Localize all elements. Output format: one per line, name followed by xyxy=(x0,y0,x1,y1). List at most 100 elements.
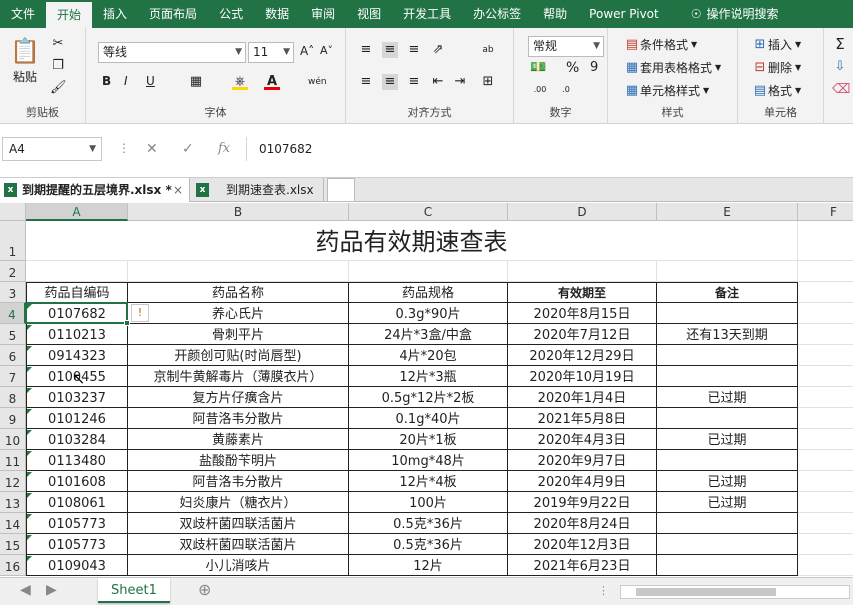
grid-cell[interactable] xyxy=(798,345,853,366)
table-cell[interactable]: 0.5克*36片 xyxy=(349,534,508,555)
table-cell[interactable]: 0.5g*12片*2板 xyxy=(349,387,508,408)
ribbon-tab[interactable]: 开始 xyxy=(46,0,93,28)
clear-icon[interactable]: ⌫ xyxy=(832,82,850,98)
align-top-icon[interactable]: ≡ xyxy=(358,42,374,58)
grid-cell[interactable] xyxy=(128,261,349,282)
ribbon-tab[interactable]: 公式 xyxy=(208,0,254,28)
table-cell[interactable] xyxy=(657,345,798,366)
table-cell[interactable] xyxy=(657,534,798,555)
table-cell[interactable]: 养心氏片 xyxy=(128,303,349,324)
font-name-select[interactable]: 等线 ▼ xyxy=(98,42,246,63)
name-box[interactable]: A4 ▼ xyxy=(2,137,102,161)
underline-button[interactable]: U xyxy=(146,74,155,88)
row-header[interactable]: 8 xyxy=(0,387,26,408)
add-sheet-icon[interactable]: ⊕ xyxy=(198,580,211,599)
merge-center-icon[interactable]: ⊞ xyxy=(480,74,496,90)
grid-cell[interactable] xyxy=(798,408,853,429)
row-header[interactable]: 14 xyxy=(0,513,26,534)
conditional-format-button[interactable]: ▤ 条件格式 ▼ xyxy=(624,36,697,53)
table-cell[interactable]: 京制牛黄解毒片（薄膜衣片） xyxy=(128,366,349,387)
grid-cell[interactable] xyxy=(657,261,798,282)
row-header[interactable]: 5 xyxy=(0,324,26,345)
row-header[interactable]: 1 xyxy=(0,221,26,261)
table-cell[interactable]: 双歧杆菌四联活菌片 xyxy=(128,534,349,555)
paste-button[interactable]: 📋 粘贴 xyxy=(10,36,40,85)
file-tab[interactable]: x 到期速查表.xlsx xyxy=(192,178,324,202)
ribbon-tab[interactable]: 开发工具 xyxy=(392,0,462,28)
table-cell[interactable] xyxy=(657,513,798,534)
table-cell[interactable]: 盐酸酚苄明片 xyxy=(128,450,349,471)
orientation-icon[interactable]: ⇗ xyxy=(430,42,446,58)
ribbon-tab[interactable]: ☉ 操作说明搜索 xyxy=(680,0,790,28)
row-header[interactable]: 13 xyxy=(0,492,26,513)
table-cell[interactable]: 已过期 xyxy=(657,387,798,408)
borders-icon[interactable]: ▦ xyxy=(188,74,204,90)
ribbon-tab[interactable]: 审阅 xyxy=(300,0,346,28)
table-cell[interactable]: 0108061 xyxy=(26,492,128,513)
select-all-corner[interactable] xyxy=(0,203,26,221)
row-header[interactable]: 9 xyxy=(0,408,26,429)
insert-cells-button[interactable]: ⊞ 插入 ▼ xyxy=(752,36,802,53)
decrease-indent-icon[interactable]: ⇤ xyxy=(430,74,446,90)
table-cell[interactable]: 24片*3盒/中盒 xyxy=(349,324,508,345)
formula-input[interactable]: 0107682 xyxy=(246,137,853,161)
row-header[interactable]: 16 xyxy=(0,555,26,576)
table-cell[interactable]: 还有13天到期 xyxy=(657,324,798,345)
row-header[interactable]: 2 xyxy=(0,261,26,282)
table-cell[interactable]: 2020年8月15日 xyxy=(508,303,657,324)
grid-cell[interactable] xyxy=(798,513,853,534)
scroll-right-icon[interactable]: ▶ xyxy=(46,582,57,598)
table-cell[interactable]: 0105773 xyxy=(26,534,128,555)
table-cell[interactable]: 2020年7月12日 xyxy=(508,324,657,345)
table-cell[interactable]: 0.3g*90片 xyxy=(349,303,508,324)
row-header[interactable]: 11 xyxy=(0,450,26,471)
grid-cell[interactable] xyxy=(798,429,853,450)
grid-cell[interactable] xyxy=(798,471,853,492)
table-cell[interactable]: 100片 xyxy=(349,492,508,513)
grid-cell[interactable] xyxy=(798,324,853,345)
enter-icon[interactable]: ✓ xyxy=(182,141,194,157)
table-cell[interactable]: 2020年1月4日 xyxy=(508,387,657,408)
sheet-title[interactable]: 药品有效期速查表 xyxy=(26,221,798,261)
ribbon-tab[interactable]: 帮助 xyxy=(532,0,578,28)
autosum-icon[interactable]: Σ xyxy=(832,36,848,52)
table-cell[interactable]: 0103237 xyxy=(26,387,128,408)
copy-icon[interactable]: ❐ xyxy=(50,58,66,74)
format-cells-button[interactable]: ▤ 格式 ▼ xyxy=(752,82,801,99)
grid-cell[interactable] xyxy=(798,366,853,387)
column-header[interactable]: E xyxy=(657,203,798,221)
table-cell[interactable]: 12片*4板 xyxy=(349,471,508,492)
fill-down-icon[interactable]: ⇩ xyxy=(832,59,848,75)
table-cell[interactable]: 2020年10月19日 xyxy=(508,366,657,387)
format-painter-icon[interactable]: 🖌 xyxy=(50,80,67,96)
table-cell[interactable]: 2019年9月22日 xyxy=(508,492,657,513)
table-header-cell[interactable]: 药品名称 xyxy=(128,282,349,303)
ribbon-tab[interactable]: 数据 xyxy=(254,0,300,28)
grid-cell[interactable] xyxy=(798,534,853,555)
insert-function-icon[interactable]: fx xyxy=(218,141,230,156)
file-tab-active[interactable]: x 到期提醒的五层境界.xlsx * × xyxy=(0,178,190,202)
grid-cell[interactable] xyxy=(798,450,853,471)
table-cell[interactable] xyxy=(657,555,798,576)
percent-button[interactable]: % xyxy=(566,60,579,76)
ribbon-tab[interactable]: 文件 xyxy=(0,0,46,28)
table-cell[interactable]: 2020年8月24日 xyxy=(508,513,657,534)
decrease-font-button[interactable]: A˅ xyxy=(320,44,333,57)
table-cell[interactable] xyxy=(657,303,798,324)
cut-icon[interactable]: ✂ xyxy=(50,36,66,52)
table-cell[interactable]: 已过期 xyxy=(657,492,798,513)
grid-cell[interactable] xyxy=(798,282,853,303)
table-cell[interactable]: 2020年4月3日 xyxy=(508,429,657,450)
table-cell[interactable]: 0914323 xyxy=(26,345,128,366)
table-cell[interactable]: 开颜创可贴(时尚唇型) xyxy=(128,345,349,366)
table-cell[interactable]: 2020年4月9日 xyxy=(508,471,657,492)
ribbon-tab[interactable]: 页面布局 xyxy=(138,0,208,28)
column-header[interactable]: F xyxy=(798,203,853,221)
table-cell[interactable]: 2020年12月3日 xyxy=(508,534,657,555)
fill-handle[interactable] xyxy=(124,320,130,326)
scroll-left-icon[interactable]: ◀ xyxy=(20,582,31,598)
table-cell[interactable]: 妇炎康片（糖衣片） xyxy=(128,492,349,513)
table-cell[interactable]: 0101608 xyxy=(26,471,128,492)
table-cell[interactable]: 黄藤素片 xyxy=(128,429,349,450)
grid-cell[interactable] xyxy=(26,261,128,282)
